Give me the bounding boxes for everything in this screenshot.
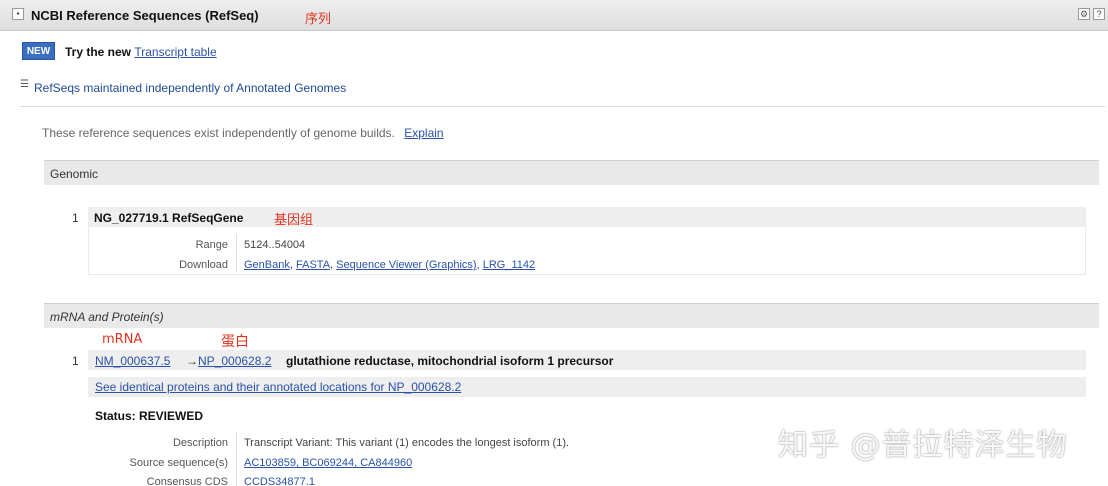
page-title: NCBI Reference Sequences (RefSeq)	[31, 8, 259, 23]
lrg-link[interactable]: LRG_1142	[483, 259, 535, 271]
consensus-cds-label: Consensus CDS	[146, 476, 228, 486]
collapse-icon[interactable]: ▪	[12, 8, 24, 20]
gear-icon[interactable]: ⚙	[1078, 8, 1090, 20]
identical-proteins-link[interactable]: See identical proteins and their annotat…	[95, 380, 461, 394]
source-sequence-label: Source sequence(s)	[129, 457, 228, 469]
mrna-record-row: NM_000637.5 → NP_000628.2 glutathione re…	[88, 350, 1086, 370]
mrna-accession-link[interactable]: NM_000637.5	[95, 354, 170, 368]
sequence-viewer-link[interactable]: Sequence Viewer (Graphics)	[336, 259, 476, 271]
genomic-heading: Genomic	[44, 160, 1099, 185]
explain-link[interactable]: Explain	[404, 126, 443, 140]
genomic-accession: NG_027719.1 RefSeqGene	[94, 211, 244, 225]
new-banner-text: Try the new Transcript table	[65, 45, 217, 59]
annotation-genome: 基因组	[274, 213, 314, 228]
source-sequence-links[interactable]: AC103859, BC069244, CA844960	[244, 457, 412, 469]
divider	[20, 106, 1105, 107]
section-intro: These reference sequences exist independ…	[42, 126, 444, 140]
annotation-sequence: 序列	[305, 12, 332, 27]
fasta-link[interactable]: FASTA	[296, 259, 330, 271]
range-value: 5124..54004	[244, 239, 306, 251]
mrna-protein-heading-text: mRNA and Protein(s)	[50, 310, 164, 324]
annotation-mrna: mRNA	[102, 332, 143, 347]
new-banner-label: Try the new	[65, 45, 132, 59]
section-header-bar: ▪ NCBI Reference Sequences (RefSeq) 序列 ⚙…	[0, 0, 1108, 31]
help-icon[interactable]: ?	[1093, 8, 1105, 20]
genomic-heading-text: Genomic	[50, 167, 99, 181]
genomic-record-row: NG_027719.1 RefSeqGene 基因组	[88, 207, 1086, 228]
watermark: 知乎 @普拉特泽生物	[778, 428, 1068, 463]
download-label: Download	[179, 259, 228, 271]
protein-accession-link[interactable]: NP_000628.2	[198, 354, 271, 368]
kv-divider	[236, 234, 237, 272]
mrna-record-number: 1	[72, 354, 79, 368]
ccds-link[interactable]: CCDS34877.1	[244, 476, 315, 486]
status-badge: Status: REVIEWED	[95, 409, 204, 423]
genbank-link[interactable]: GenBank	[244, 259, 290, 271]
genomic-record-number: 1	[72, 211, 79, 225]
identical-proteins-row: See identical proteins and their annotat…	[88, 377, 1086, 397]
download-links: GenBank, FASTA, Sequence Viewer (Graphic…	[244, 259, 536, 271]
annotation-protein: 蛋白	[221, 334, 249, 350]
mrna-protein-heading: mRNA and Protein(s)	[44, 303, 1099, 328]
section-menu-icon[interactable]: ☰	[20, 79, 29, 90]
transcript-table-link[interactable]: Transcript table	[134, 45, 216, 59]
kv-divider	[236, 432, 237, 486]
protein-description: glutathione reductase, mitochondrial iso…	[286, 354, 614, 368]
new-badge: NEW	[22, 42, 55, 60]
description-label: Description	[172, 437, 228, 449]
section-title[interactable]: RefSeqs maintained independently of Anno…	[34, 81, 346, 95]
genomic-details	[88, 227, 1086, 275]
range-label: Range	[195, 239, 228, 251]
intro-text: These reference sequences exist independ…	[42, 126, 395, 140]
description-value: Transcript Variant: This variant (1) enc…	[244, 437, 570, 449]
arrow-icon: →	[186, 354, 198, 368]
